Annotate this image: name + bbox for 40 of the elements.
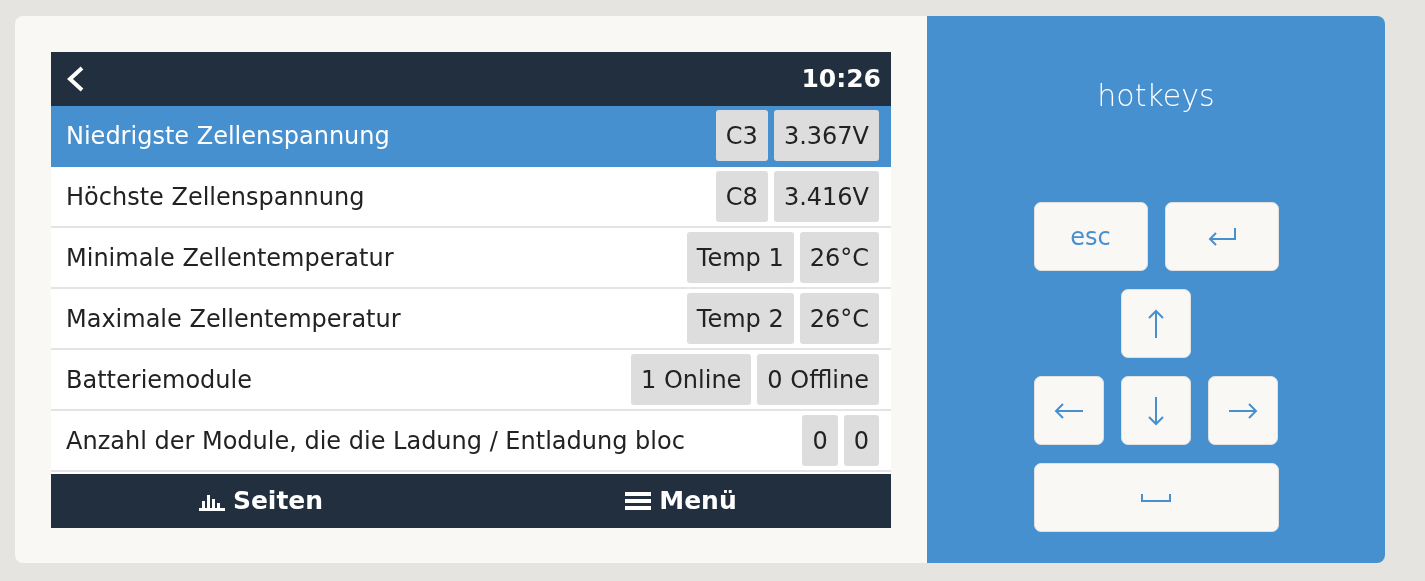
enter-key[interactable] [1164, 202, 1279, 271]
space-icon [1141, 492, 1171, 503]
list-row[interactable]: Maximale Zellentemperatur Temp 2 26°C [51, 289, 891, 350]
list-row[interactable]: Batteriemodule 1 Online 0 Offline [51, 350, 891, 411]
enter-icon [1206, 225, 1237, 248]
left-key[interactable] [1034, 376, 1104, 445]
value-box: 1 Online [631, 354, 752, 405]
pages-button[interactable]: Seiten [51, 474, 471, 528]
down-key[interactable] [1121, 376, 1191, 445]
value-box: 26°C [799, 293, 879, 344]
value-box: 3.367V [773, 110, 879, 161]
up-key[interactable] [1121, 289, 1191, 358]
value-box: 3.416V [773, 171, 879, 222]
value-box: 0 [802, 415, 838, 466]
panel-title: hotkeys [1097, 77, 1215, 115]
row-label: Minimale Zellentemperatur [66, 242, 395, 274]
value-box: 0 [843, 415, 879, 466]
list-row[interactable]: Anzahl der Module, die die Ladung / Entladung bloc 0 0 [51, 411, 891, 472]
clock-time: 10:26 [801, 63, 881, 96]
row-label: Anzahl der Module, die die Ladung / Entladung bloc [66, 425, 686, 457]
row-label: Batteriemodule [66, 364, 253, 396]
value-box: Temp 1 [686, 232, 794, 283]
menu-button[interactable]: Menü [471, 474, 891, 528]
row-label: Maximale Zellentemperatur [66, 303, 402, 335]
list-row[interactable]: Niedrigste Zellenspannung C3 3.367V [51, 106, 891, 167]
list-row[interactable]: Minimale Zellentemperatur Temp 1 26°C [51, 228, 891, 289]
value-box: Temp 2 [686, 293, 794, 344]
down-arrow-icon [1148, 395, 1164, 426]
row-label: Höchste Zellenspannung [66, 181, 366, 213]
row-label: Niedrigste Zellenspannung [66, 120, 391, 152]
left-arrow-icon [1054, 402, 1084, 419]
right-arrow-icon [1228, 402, 1258, 419]
value-box: C3 [715, 110, 768, 161]
value-box: 0 Offline [757, 354, 879, 405]
menu-icon [625, 490, 652, 512]
up-arrow-icon [1148, 308, 1164, 339]
right-key[interactable] [1208, 376, 1278, 445]
list-row[interactable]: Höchste Zellenspannung C8 3.416V [51, 167, 891, 228]
value-box: C8 [715, 171, 768, 222]
value-box: 26°C [799, 232, 879, 283]
